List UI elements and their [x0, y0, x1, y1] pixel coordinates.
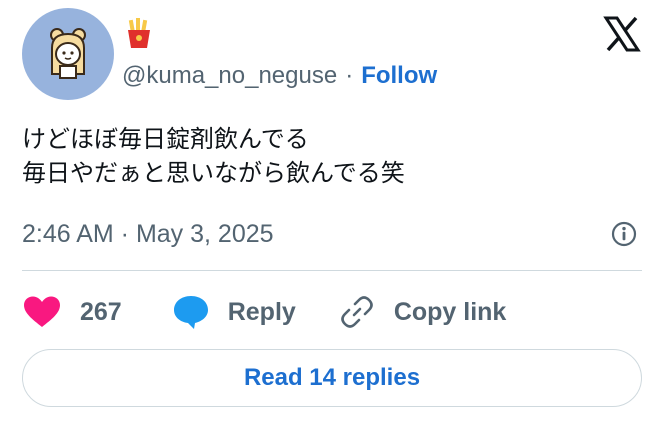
info-icon[interactable] — [610, 220, 638, 248]
author-avatar[interactable] — [22, 8, 114, 100]
copy-link-button[interactable]: Copy link — [340, 295, 507, 329]
timestamp[interactable]: 2:46 AM · May 3, 2025 — [22, 220, 274, 249]
read-replies-label: Read 14 replies — [243, 364, 421, 391]
heart-icon — [24, 296, 60, 327]
tweet-actions: 267 Reply Copy link — [22, 290, 506, 334]
copy-link-label: Copy link — [393, 297, 507, 326]
reply-button[interactable]: Reply — [172, 294, 296, 330]
tweet-text: けどほぼ毎日錠剤飲んでる 毎日やだぁと思いながら飲んでる笑 — [22, 122, 622, 190]
like-button[interactable]: 267 — [22, 295, 122, 329]
french-fries-icon — [128, 18, 150, 48]
tweet-line: 毎日やだぁと思いながら飲んでる笑 — [22, 159, 405, 187]
bear-girl-icon — [50, 28, 86, 79]
tweet-line: けどほぼ毎日錠剤飲んでる — [22, 125, 309, 153]
divider — [22, 270, 642, 271]
link-icon — [341, 296, 373, 328]
separator-dot: · — [345, 62, 354, 89]
tweet-meta: 2:46 AM · May 3, 2025 — [22, 214, 642, 254]
x-logo-icon[interactable] — [602, 14, 642, 54]
like-count: 267 — [80, 297, 122, 326]
author-handle-row: @kuma_no_neguse · Follow — [122, 60, 437, 92]
speech-bubble-icon — [173, 296, 208, 329]
follow-button[interactable]: Follow — [361, 62, 437, 90]
reply-label: Reply — [227, 297, 296, 326]
author-handle[interactable]: @kuma_no_neguse — [122, 62, 337, 90]
read-replies-button[interactable]: Read 14 replies — [22, 349, 642, 407]
